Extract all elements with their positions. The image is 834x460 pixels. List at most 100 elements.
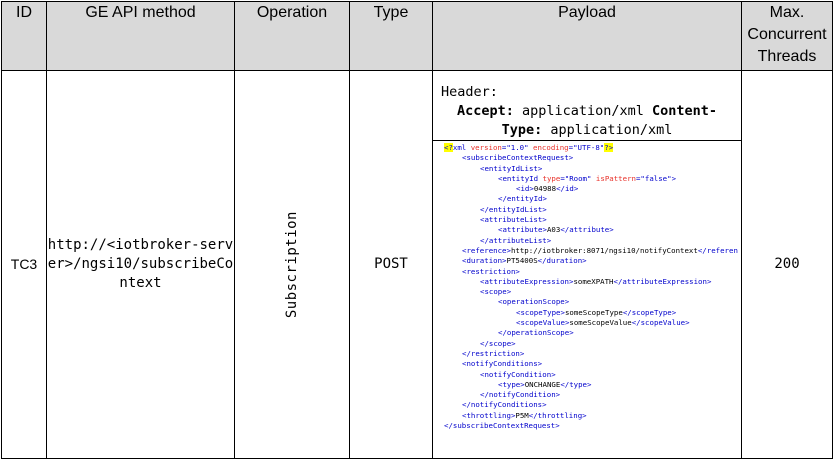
xml-line: <attribute>A03</attribute> — [444, 225, 741, 235]
header-id: ID — [1, 1, 47, 71]
xml-token: <attributeList> — [480, 215, 547, 225]
xml-token: P5M — [515, 410, 529, 420]
xml-line: <attributeExpression>someXPATH</attribut… — [444, 277, 741, 287]
xml-token: </notifyCondition> — [480, 390, 561, 400]
xml-token: </scopeType> — [622, 307, 677, 317]
header-operation: Operation — [234, 1, 350, 71]
content-type-label-2: Type: — [501, 122, 543, 138]
xml-line: <reference>http://iotbroker:8071/ngsi10/… — [444, 246, 741, 256]
xml-line: <notifyCondition> — [444, 370, 741, 380]
cell-payload: Header: Accept: application/xml Content-… — [432, 70, 742, 459]
xml-token: <notifyCondition> — [480, 369, 556, 379]
xml-line: </entityId> — [444, 194, 741, 204]
xml-token: <reference> — [462, 245, 511, 255]
xml-token: </scopeValue> — [631, 318, 690, 328]
xml-token: <subscribeContextRequest> — [462, 153, 574, 163]
header-type: Type — [349, 1, 433, 71]
xml-token: isPattern — [595, 173, 636, 183]
xml-line: <entityIdList> — [444, 164, 741, 174]
xml-token: </throttling> — [528, 410, 587, 420]
content-type-label-1: Content- — [652, 103, 718, 119]
xml-token: type — [542, 173, 561, 183]
xml-token: someScopeType — [564, 307, 623, 317]
xml-token: ONCHANGE — [524, 379, 561, 389]
xml-line: <attributeList> — [444, 215, 741, 225]
xml-token: </type> — [560, 379, 592, 389]
xml-token: ="Room" — [560, 173, 596, 183]
header-threads: Max. Concurrent Threads — [741, 1, 833, 71]
xml-line: </subscribeContextRequest> — [444, 421, 741, 431]
xml-line: <notifyConditions> — [444, 359, 741, 369]
payload-header-title: Header: — [441, 84, 498, 100]
payload-content-type-line: Type: application/xml — [441, 121, 733, 140]
xml-token: ="UTF-8" — [568, 143, 605, 152]
xml-token: </attributeList> — [480, 235, 552, 245]
cell-type: POST — [349, 70, 433, 459]
payload-accept-line: Accept: application/xml Content- — [441, 102, 733, 121]
xml-token: </attributeExpression> — [613, 276, 712, 286]
cell-threads: 200 — [741, 70, 833, 459]
xml-token: A03 — [546, 225, 561, 235]
xml-token: someScopeValue — [569, 318, 632, 328]
accept-value: application/xml — [513, 103, 653, 119]
xml-line: <?xml version="1.0" encoding="UTF-8"?> — [444, 143, 741, 153]
xml-token: PT5400S — [506, 256, 538, 266]
xml-token: <restriction> — [462, 266, 520, 276]
xml-token: 04988 — [533, 184, 557, 194]
xml-line: </entityIdList> — [444, 205, 741, 215]
cell-id: TC3 — [1, 70, 47, 459]
xml-token: </subscribeContextRequest> — [444, 421, 560, 431]
xml-line: <entityId type="Room" isPattern="false"> — [444, 174, 741, 184]
cell-operation: Subscription — [234, 70, 350, 459]
xml-token: </attribute> — [560, 225, 614, 235]
xml-token: <duration> — [462, 256, 507, 266]
xml-token: ="1.0" — [501, 143, 534, 152]
xml-token: xml — [452, 143, 471, 152]
xml-token: <attributeExpression> — [480, 276, 574, 286]
header-method: GE API method — [46, 1, 235, 71]
xml-token: <entityIdList> — [480, 163, 543, 173]
xml-line: </attributeList> — [444, 236, 741, 246]
accept-label: Accept: — [456, 103, 514, 119]
xml-line: </operationScope> — [444, 328, 741, 338]
xml-line: </notifyCondition> — [444, 390, 741, 400]
xml-line: </restriction> — [444, 349, 741, 359]
xml-token: </duration> — [537, 256, 587, 266]
xml-token: </entityIdList> — [480, 204, 547, 214]
xml-token: ="false"> — [635, 173, 677, 183]
xml-token: <scope> — [480, 287, 512, 297]
xml-token: <scopeType> — [516, 307, 565, 317]
xml-token: </operationScope> — [498, 328, 574, 338]
xml-line: <scope> — [444, 287, 741, 297]
xml-line: </notifyConditions> — [444, 400, 741, 410]
xml-token: <type> — [498, 379, 525, 389]
operation-text: Subscription — [283, 210, 300, 319]
xml-line: <scopeType>someScopeType</scopeType> — [444, 308, 741, 318]
table-row: TC3 http://<iotbroker-server>/ngsi10/sub… — [1, 70, 833, 459]
xml-token: </notifyConditions> — [462, 400, 547, 410]
content-type-value: application/xml — [542, 122, 673, 138]
xml-token: <attribute> — [498, 225, 547, 235]
xml-line: </scope> — [444, 339, 741, 349]
xml-token: encoding — [533, 143, 569, 152]
xml-line: <id>04988</id> — [444, 184, 741, 194]
cell-method: http://<iotbroker-server>/ngsi10/subscri… — [46, 70, 235, 459]
table-header-row: ID GE API method Operation Type Payload … — [1, 1, 833, 71]
xml-token: </entityId> — [498, 194, 547, 204]
xml-token: http://iotbroker:8071/ngsi10/notifyConte… — [510, 245, 698, 255]
xml-token: someXPATH — [573, 276, 614, 286]
xml-token: version — [470, 143, 502, 152]
xml-token: <scopeValue> — [516, 318, 570, 328]
xml-token: </restriction> — [462, 348, 525, 358]
xml-token: ?> — [604, 143, 614, 152]
xml-line: <restriction> — [444, 267, 741, 277]
xml-token: <id> — [516, 184, 534, 194]
xml-token: <operationScope> — [498, 297, 570, 307]
xml-token: <throttling> — [462, 410, 516, 420]
xml-token: </referen — [697, 245, 738, 255]
xml-token: <? — [444, 143, 453, 152]
xml-line: <scopeValue>someScopeValue</scopeValue> — [444, 318, 741, 328]
xml-line: <duration>PT5400S</duration> — [444, 256, 741, 266]
xml-token: <notifyConditions> — [462, 359, 543, 369]
payload-header-block: Header: Accept: application/xml Content-… — [433, 72, 741, 141]
